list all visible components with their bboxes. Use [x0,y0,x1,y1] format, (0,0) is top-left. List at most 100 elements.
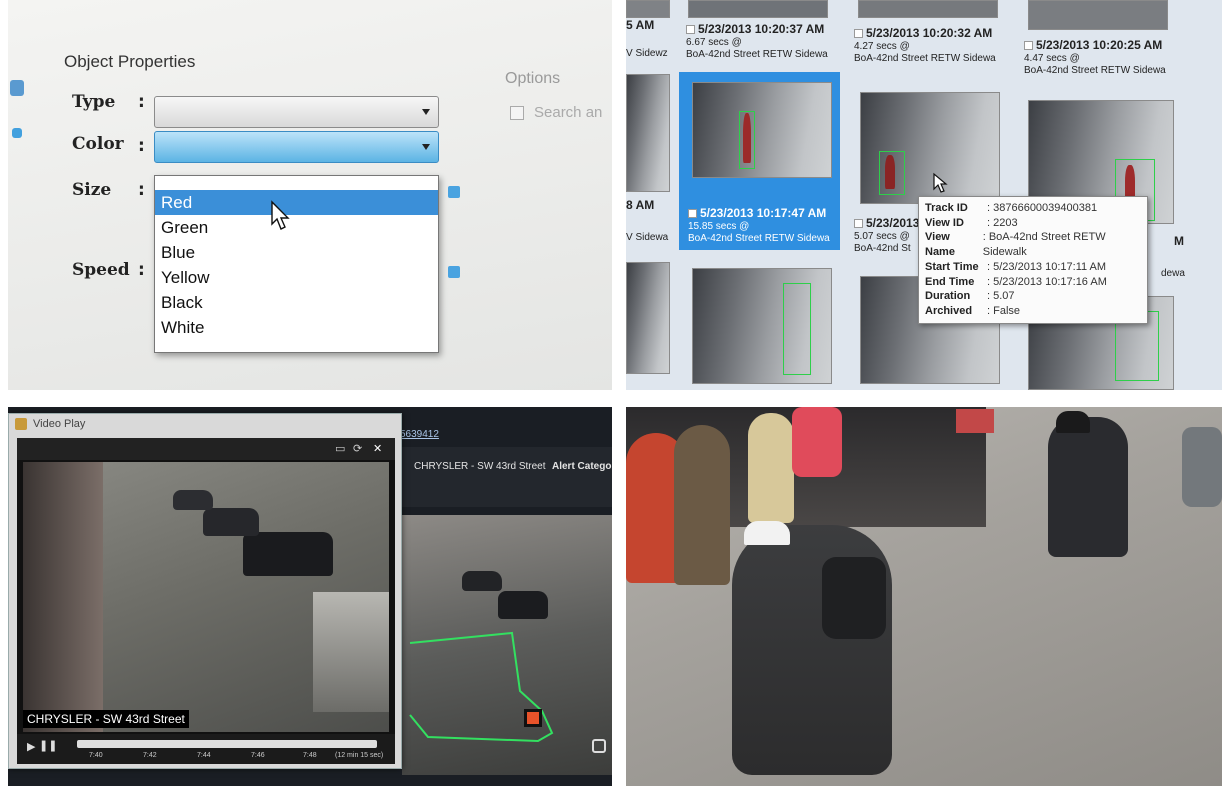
result-thumbnail[interactable] [626,0,670,18]
chevron-down-icon [422,109,430,115]
surveillance-photo [626,407,1222,786]
tracked-person [885,155,895,189]
expand-icon[interactable] [592,739,606,753]
black-cap [1056,411,1090,433]
speed-spin-icon[interactable] [448,266,460,278]
timeline-tick: 7:48 [303,752,317,759]
result-thumbnail[interactable] [626,262,670,374]
square-icon[interactable] [12,128,22,138]
partial-time: 8 AM [626,198,655,212]
spectator [674,425,730,585]
result-thumbnail[interactable] [626,74,670,192]
color-option-white[interactable]: White [155,315,438,340]
result-thumbnail[interactable] [858,0,998,18]
alert-zone-outline [409,631,554,743]
result-checkbox[interactable] [854,219,863,228]
parked-car [243,532,333,576]
color-options-list[interactable]: Red Green Blue Yellow Black White [154,175,439,353]
color-option-black[interactable]: Black [155,290,438,315]
type-label: Type [72,92,116,112]
refresh-icon[interactable] [10,80,24,96]
alert-camera-name: CHRYSLER - SW 43rd Street [414,461,546,472]
result-view: BoA-42nd Street RETW Sidewa [688,232,830,244]
options-title: Options [505,70,561,87]
video-timeline[interactable]: ▶ ❚❚ 7:40 7:42 7:44 7:46 7:48 (12 min 15… [17,734,395,764]
result-thumbnail[interactable] [692,268,832,384]
speed-colon: : [138,260,145,280]
close-icon[interactable]: ✕ [373,442,382,455]
play-icon[interactable]: ▶ [27,740,35,753]
tooltip-key: Track ID [925,202,968,214]
result-thumbnail[interactable] [1028,0,1168,30]
partial-view: V Sidewz [626,48,668,59]
result-checkbox[interactable] [1024,41,1033,50]
tooltip-key: View Name [925,231,955,259]
color-option-yellow[interactable]: Yellow [155,265,438,290]
parked-car [173,490,213,510]
tooltip-value: : 5/23/2013 10:17:16 AM [987,275,1107,288]
alert-marker[interactable] [524,709,542,727]
result-checkbox[interactable] [686,25,695,34]
partial-view: V Sidewa [626,232,669,243]
result-caption: 5/23/2013 10:17:47 AM 15.85 secs @ BoA-4… [688,206,843,245]
timeline-tick: 7:40 [89,752,103,759]
result-time: 5/23/2013 10:20:37 AM [698,22,825,36]
video-toolbar: ▭ ⟳ ✕ [17,438,395,460]
result-time: 5/23/2013 10:17:47 AM [700,206,827,220]
result-duration: 6.67 secs @ [686,36,742,48]
tooltip-key: Archived [925,304,973,317]
color-option-green[interactable]: Green [155,215,438,240]
result-caption: 5/23/2013 10:20:25 AM 4.47 secs @ BoA-42… [1024,38,1179,77]
tooltip-key: End Time [925,275,975,288]
color-option-red[interactable]: Red [155,190,438,215]
color-colon: : [138,136,145,156]
result-thumbnail[interactable] [692,82,832,178]
result-duration: 4.27 secs @ [854,40,910,52]
size-spin-icon[interactable] [448,186,460,198]
type-dropdown[interactable] [154,96,439,128]
result-checkbox[interactable] [688,209,697,218]
result-view: BoA-42nd Street RETW Sidewa [1024,64,1166,76]
video-play-window: Video Play ▭ ⟳ ✕ CHRYSLER - SW 43rd Stre… [8,413,402,769]
tooltip-value: : 5/23/2013 10:17:11 AM [987,260,1107,273]
tooltip-value: : False [987,304,1021,317]
pause-icon[interactable]: ❚❚ [39,739,57,752]
alert-camera-feed[interactable] [402,515,612,775]
parked-car [498,591,548,619]
mouse-cursor-icon [271,200,290,230]
result-checkbox[interactable] [854,29,863,38]
speed-label: Speed [72,260,130,280]
partial-caption: 5 AM [626,18,676,33]
minimize-icon[interactable]: ▭ [335,442,345,455]
color-dropdown[interactable] [154,131,439,163]
video-window-title: Video Play [33,418,86,430]
spectator [792,407,842,477]
chevron-down-icon [422,144,430,150]
spectator [748,413,794,523]
alert-id-link[interactable]: 5639412 [400,429,439,440]
tooltip-key: Duration [925,290,971,303]
result-caption: 5/23/2013 10:20:37 AM 6.67 secs @ BoA-42… [686,22,841,61]
tooltip-key: View ID [925,216,964,229]
building-wall [23,462,103,732]
tooltip-value: : BoA-42nd Street RETW Sidewalk [982,231,1106,259]
search-results-panel: 5 AM V Sidewz 8 AM V Sidewa 5/23/2013 10… [626,0,1222,390]
object-properties-panel: Object Properties Type : Color : Size : … [8,0,612,390]
parked-car [462,571,502,591]
result-thumbnail[interactable] [688,0,828,18]
mouse-cursor-icon [933,172,948,193]
maximize-icon[interactable]: ⟳ [353,442,362,455]
result-time: 5/23/2013 10:20:25 AM [1036,38,1163,52]
options-checkbox[interactable] [510,106,524,120]
result-duration: 15.85 secs @ [688,220,750,232]
tooltip-value: : 38766600039400381 [987,202,1098,214]
size-label: Size [72,180,112,200]
result-time: 5/23/2013 10:20:32 AM [866,26,993,40]
result-thumbnail[interactable] [860,92,1000,204]
video-frame: ▭ ⟳ ✕ CHRYSLER - SW 43rd Street ▶ ❚❚ 7:4… [17,438,395,764]
result-caption: 5/23/2013 10:20:32 AM 4.27 secs @ BoA-42… [854,26,1009,65]
color-option-blue[interactable]: Blue [155,240,438,265]
timeline-scrubber[interactable] [77,740,377,748]
camera-feed[interactable] [23,462,389,732]
video-player-panel: 5639412 CHRYSLER - SW 43rd Street Alert … [8,407,612,786]
